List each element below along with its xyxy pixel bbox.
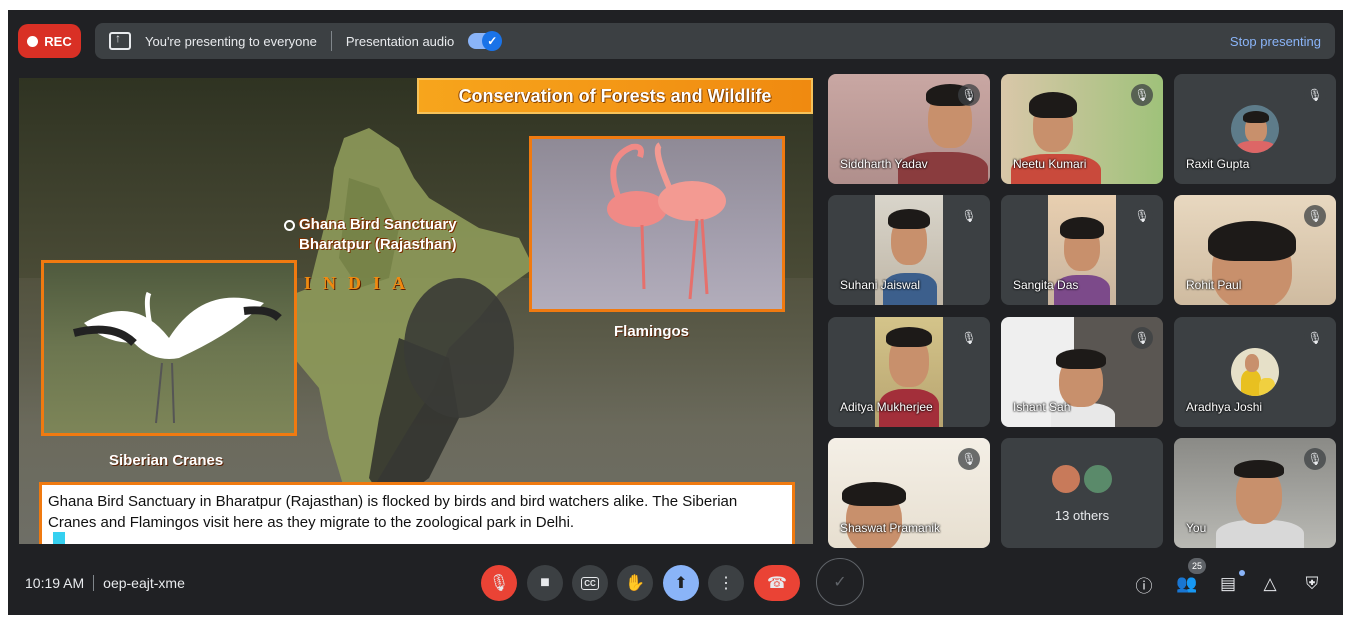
participant-tile[interactable]: 🎙 Aditya Mukherjee xyxy=(828,317,990,427)
participant-name: Suhani Jaiswal xyxy=(840,278,921,292)
mic-off-icon: 🎙 xyxy=(1131,84,1153,106)
ghana-location-label: Ghana Bird Sanctuary Bharatpur (Rajastha… xyxy=(299,215,457,255)
participant-tile[interactable]: 🎙 Neetu Kumari xyxy=(1001,74,1163,184)
info-icon: ⓘ xyxy=(1135,576,1153,596)
captions-icon: CC xyxy=(581,576,599,590)
location-marker-icon xyxy=(284,220,295,231)
more-options-icon: ⋮ xyxy=(718,575,734,592)
divider xyxy=(330,31,332,51)
participant-name: Neetu Kumari xyxy=(1013,157,1087,171)
check-overlay: ✓ xyxy=(816,558,864,606)
raise-hand-icon: ✋ xyxy=(625,575,645,592)
others-avatar xyxy=(1082,463,1114,495)
participant-tile[interactable]: 🎙 Shaswat Pramanik xyxy=(828,438,990,548)
mic-off-icon: 🎙 xyxy=(1131,205,1153,227)
slide-title: Conservation of Forests and Wildlife xyxy=(417,78,813,114)
mic-off-icon: 🎙 xyxy=(1304,327,1326,349)
chat-notification-dot xyxy=(1239,570,1245,576)
mic-off-icon: 🎙 xyxy=(488,575,510,592)
participant-tile[interactable]: 🎙 Suhani Jaiswal xyxy=(828,195,990,305)
participant-name: Sangita Das xyxy=(1013,278,1079,292)
siberian-cranes-photo xyxy=(41,260,297,436)
presentation-audio-label: Presentation audio xyxy=(345,33,455,49)
self-tile[interactable]: 🎙 You xyxy=(1174,438,1336,548)
people-button[interactable]: 👥 xyxy=(1175,572,1199,596)
mic-off-icon: 🎙 xyxy=(1304,448,1326,470)
present-now-icon: ⬆ xyxy=(674,575,688,592)
mic-off-icon: 🎙 xyxy=(958,327,980,349)
participant-name: Shaswat Pramanik xyxy=(840,521,941,535)
participant-tile[interactable]: 🎙 Aradhya Joshi xyxy=(1174,317,1336,427)
caption-cursor xyxy=(53,532,65,544)
location-line-1: Ghana Bird Sanctuary xyxy=(299,216,457,233)
participant-tile[interactable]: 🎙 Rohit Paul xyxy=(1174,195,1336,305)
host-controls-icon: ⛨ xyxy=(1305,574,1319,593)
flamingos-photo xyxy=(529,136,785,312)
participant-avatar xyxy=(1231,105,1279,153)
record-dot-icon xyxy=(27,35,39,47)
participant-name: Aditya Mukherjee xyxy=(840,400,933,414)
participant-name: Siddharth Yadav xyxy=(840,157,928,171)
host-controls-button[interactable]: ⛨ xyxy=(1300,572,1324,596)
siberian-cranes-label: Siberian Cranes xyxy=(109,452,224,469)
flamingos-label: Flamingos xyxy=(614,323,690,340)
raise-hand-button[interactable]: ✋ xyxy=(617,565,653,601)
presenting-banner: You're presenting to everyone Presentati… xyxy=(95,23,1335,59)
present-now-button[interactable]: ⬆ xyxy=(663,565,699,601)
mic-off-icon: 🎙 xyxy=(1304,205,1326,227)
participant-tile[interactable]: 🎙 Siddharth Yadav xyxy=(828,74,990,184)
leave-call-button[interactable]: ☎ xyxy=(754,565,800,601)
participant-tile[interactable]: 🎙 Raxit Gupta xyxy=(1174,74,1336,184)
participant-name: Rohit Paul xyxy=(1186,278,1242,292)
presentation-audio-toggle[interactable]: ✓ xyxy=(468,31,503,51)
meet-window: REC You're presenting to everyone Presen… xyxy=(8,10,1343,615)
recording-indicator[interactable]: REC xyxy=(18,24,81,58)
slide-caption: Ghana Bird Sanctuary in Bharatpur (Rajas… xyxy=(39,482,795,544)
rec-label: REC xyxy=(44,33,72,49)
mic-toggle-button[interactable]: 🎙 xyxy=(481,565,517,601)
camera-toggle-button[interactable]: ■ xyxy=(527,565,563,601)
participant-avatar xyxy=(1231,348,1279,396)
more-options-button[interactable]: ⋮ xyxy=(708,565,744,601)
activities-button[interactable]: △ xyxy=(1258,572,1282,596)
shared-screen: Conservation of Forests and Wildlife Fla… xyxy=(19,78,813,544)
participant-name: Aradhya Joshi xyxy=(1186,400,1263,414)
activities-icon: △ xyxy=(1263,574,1277,593)
divider xyxy=(93,575,95,591)
mic-off-icon: 🎙 xyxy=(1131,327,1153,349)
meeting-details: 10:19 AM oep-eajt-xme xyxy=(25,575,185,591)
chat-icon: ▤ xyxy=(1219,574,1237,593)
others-avatar xyxy=(1050,463,1082,495)
location-line-2: Bharatpur (Rajasthan) xyxy=(299,236,457,253)
stop-presenting-button[interactable]: Stop presenting xyxy=(1230,34,1321,49)
camera-icon: ■ xyxy=(540,574,550,591)
others-count: 13 others xyxy=(1054,508,1110,523)
captions-button[interactable]: CC xyxy=(572,565,608,601)
clock-time: 10:19 AM xyxy=(25,575,85,591)
presenting-text: You're presenting to everyone xyxy=(145,33,317,49)
participant-tile[interactable]: 🎙 Sangita Das xyxy=(1001,195,1163,305)
others-tile[interactable]: 13 others xyxy=(1001,438,1163,548)
end-call-icon: ☎ xyxy=(767,575,787,592)
participant-name: You xyxy=(1186,521,1207,535)
india-label: INDIA xyxy=(304,273,418,293)
participant-tile[interactable]: 🎙 Ishant Sah xyxy=(1001,317,1163,427)
present-screen-icon xyxy=(109,31,131,50)
participant-name: Raxit Gupta xyxy=(1186,157,1250,171)
meeting-code[interactable]: oep-eajt-xme xyxy=(103,575,185,591)
mic-off-icon: 🎙 xyxy=(958,84,980,106)
meeting-info-button[interactable]: ⓘ xyxy=(1132,572,1156,596)
participant-name: Ishant Sah xyxy=(1013,400,1071,414)
check-icon: ✓ xyxy=(833,574,847,591)
mic-off-icon: 🎙 xyxy=(958,448,980,470)
chat-button[interactable]: ▤ xyxy=(1216,572,1240,596)
mic-off-icon: 🎙 xyxy=(958,205,980,227)
people-icon: 👥 xyxy=(1176,574,1198,593)
check-icon: ✓ xyxy=(482,31,503,51)
mic-off-icon: 🎙 xyxy=(1304,84,1326,106)
